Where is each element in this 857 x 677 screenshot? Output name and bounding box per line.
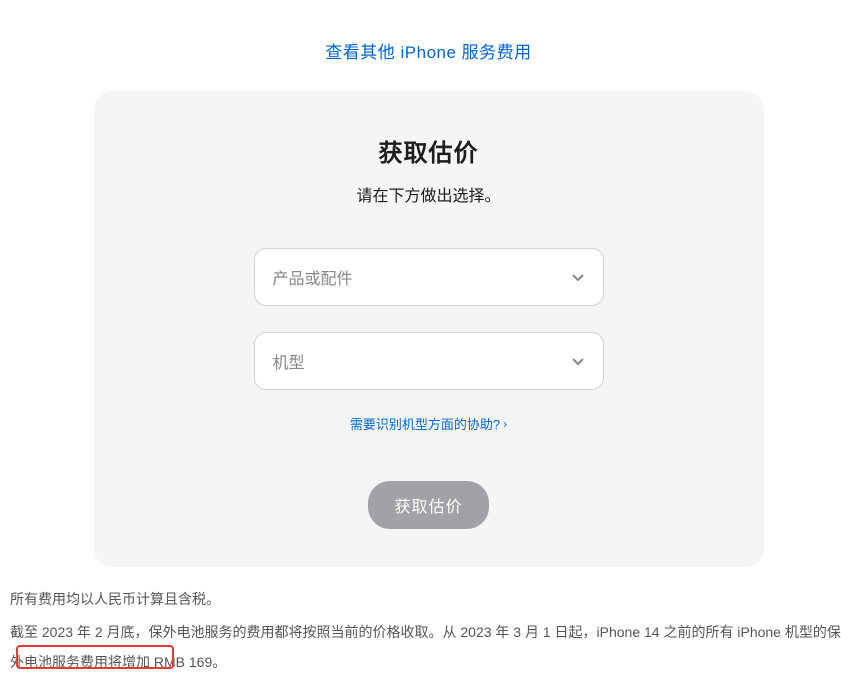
footer-price-note-container: 截至 2023 年 2 月底，保外电池服务的费用都将按照当前的价格收取。从 20… xyxy=(0,614,857,677)
chevron-right-icon: › xyxy=(503,417,507,431)
model-select-placeholder: 机型 xyxy=(273,349,305,373)
product-select[interactable]: 产品或配件 xyxy=(254,248,604,306)
card-subtitle: 请在下方做出选择。 xyxy=(134,182,724,206)
product-select-placeholder: 产品或配件 xyxy=(273,265,353,289)
identify-model-help-link[interactable]: 需要识别机型方面的协助? › xyxy=(350,414,507,433)
get-estimate-button[interactable]: 获取估价 xyxy=(368,481,488,529)
model-select[interactable]: 机型 xyxy=(254,332,604,390)
help-link-label: 需要识别机型方面的协助? xyxy=(350,414,500,433)
estimate-card: 获取估价 请在下方做出选择。 产品或配件 机型 需要识别机型方面的协助? › 获… xyxy=(94,91,764,567)
chevron-down-icon xyxy=(571,270,585,284)
chevron-down-icon xyxy=(571,354,585,368)
card-title: 获取估价 xyxy=(134,133,724,168)
footer-tax-note: 所有费用均以人民币计算且含税。 xyxy=(0,567,857,614)
view-other-services-link[interactable]: 查看其他 iPhone 服务费用 xyxy=(325,43,531,62)
